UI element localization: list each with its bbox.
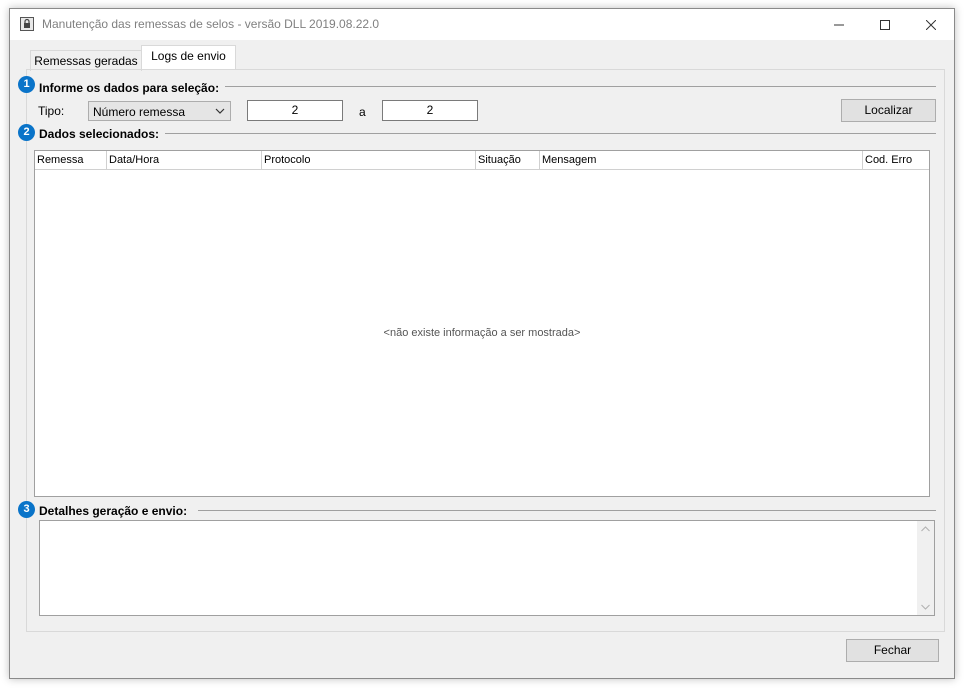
range-to-input[interactable]: 2 bbox=[382, 100, 478, 121]
close-icon bbox=[926, 19, 936, 30]
section1-badge: 1 bbox=[18, 76, 35, 93]
minimize-icon bbox=[834, 24, 844, 25]
column-header-mensagem[interactable]: Mensagem bbox=[540, 151, 863, 169]
empty-grid-message: <não existe informação a ser mostrada> bbox=[383, 327, 581, 339]
app-lock-icon bbox=[20, 17, 34, 31]
minimize-button[interactable] bbox=[816, 9, 862, 40]
title-bar: Manutenção das remessas de selos - versã… bbox=[10, 9, 954, 40]
column-header-protocolo[interactable]: Protocolo bbox=[262, 151, 476, 169]
section1-title: Informe os dados para seleção: bbox=[39, 81, 226, 95]
scroll-up-icon[interactable] bbox=[921, 526, 930, 532]
tipo-select-value: Número remessa bbox=[93, 105, 186, 119]
details-textarea[interactable] bbox=[39, 520, 935, 616]
section3-title: Detalhes geração e envio: bbox=[39, 504, 194, 518]
section3-divider bbox=[198, 510, 936, 511]
tab-remessas-geradas[interactable]: Remessas geradas bbox=[30, 50, 142, 71]
window-title: Manutenção das remessas de selos - versã… bbox=[42, 17, 380, 31]
main-window: Manutenção das remessas de selos - versã… bbox=[9, 8, 955, 679]
column-header-situacao[interactable]: Situação bbox=[476, 151, 540, 169]
range-from-input[interactable]: 2 bbox=[247, 100, 343, 121]
logs-grid[interactable]: Remessa Data/Hora Protocolo Situação Men… bbox=[34, 150, 930, 497]
scroll-down-icon[interactable] bbox=[921, 604, 930, 610]
maximize-button[interactable] bbox=[862, 9, 908, 40]
column-header-data-hora[interactable]: Data/Hora bbox=[107, 151, 262, 169]
tab-strip: Remessas geradas Logs de envio bbox=[10, 45, 954, 71]
tipo-label: Tipo: bbox=[38, 104, 65, 118]
details-scrollbar[interactable] bbox=[917, 521, 934, 615]
section1-divider bbox=[210, 86, 936, 87]
maximize-icon bbox=[880, 19, 890, 30]
tipo-select[interactable]: Número remessa bbox=[88, 101, 231, 121]
section2-title: Dados selecionados: bbox=[39, 127, 166, 141]
chevron-down-icon bbox=[215, 108, 225, 114]
localizar-button[interactable]: Localizar bbox=[841, 99, 936, 122]
column-header-cod-erro[interactable]: Cod. Erro bbox=[863, 151, 929, 169]
close-window-button[interactable] bbox=[908, 9, 954, 40]
section3-badge: 3 bbox=[18, 501, 35, 518]
tab-logs-de-envio[interactable]: Logs de envio bbox=[141, 45, 236, 69]
grid-header: Remessa Data/Hora Protocolo Situação Men… bbox=[35, 151, 929, 170]
column-header-remessa[interactable]: Remessa bbox=[35, 151, 107, 169]
section2-divider bbox=[165, 133, 936, 134]
section2-badge: 2 bbox=[18, 124, 35, 141]
fechar-button[interactable]: Fechar bbox=[846, 639, 939, 662]
range-separator: a bbox=[359, 105, 366, 119]
